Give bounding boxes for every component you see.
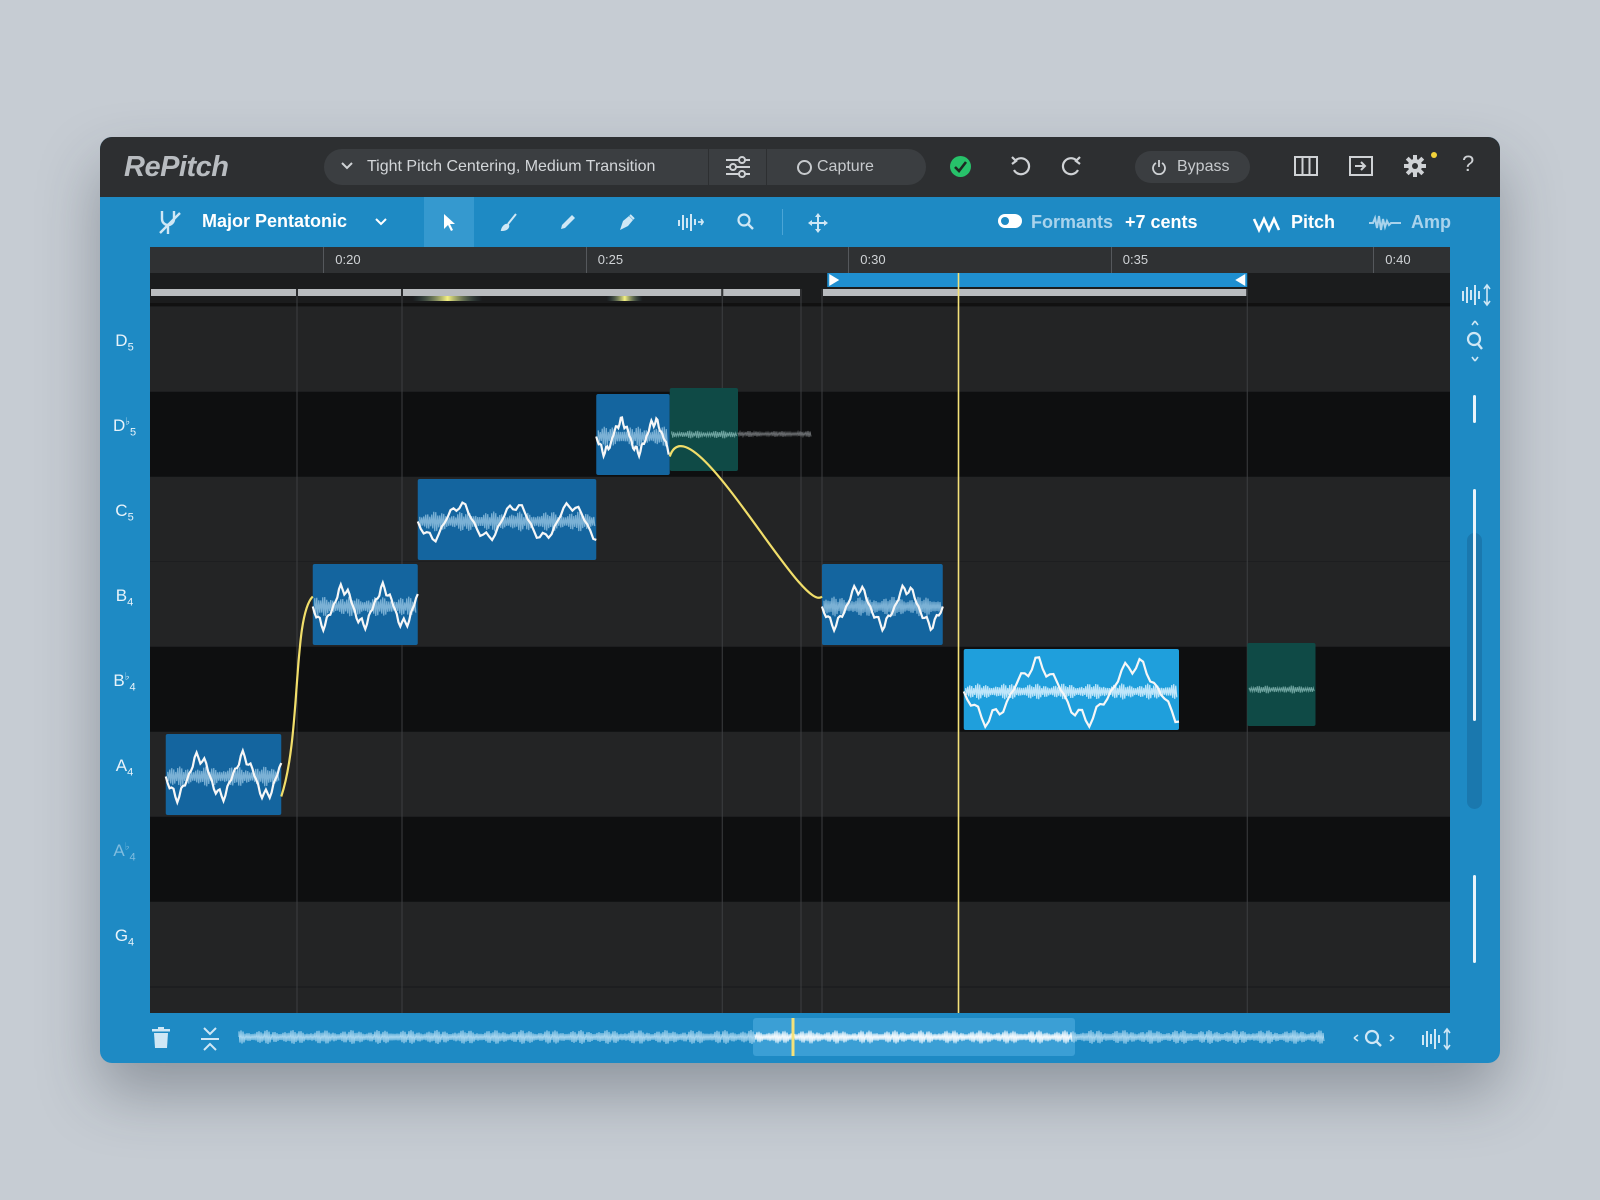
divider xyxy=(708,149,709,185)
vertical-range-indicator xyxy=(1473,875,1476,963)
waveform-height-icon[interactable] xyxy=(1420,1025,1452,1053)
formants-value[interactable]: +7 cents xyxy=(1125,212,1198,233)
note-row[interactable] xyxy=(150,902,1450,987)
hotspot-marker xyxy=(606,296,643,301)
title-bar: RePitch Tight Pitch Centering, Medium Tr… xyxy=(100,137,1500,197)
repitch-window: RePitch Tight Pitch Centering, Medium Tr… xyxy=(100,137,1500,1063)
note-row[interactable] xyxy=(150,477,1450,562)
gear-icon[interactable] xyxy=(1403,154,1427,178)
tick-line xyxy=(1373,247,1375,273)
zoom-icon[interactable] xyxy=(721,197,771,247)
scale-name[interactable]: Major Pentatonic xyxy=(202,211,347,232)
redo-icon[interactable] xyxy=(1058,153,1084,179)
segment-bar[interactable] xyxy=(823,289,1247,296)
overview-waveform[interactable] xyxy=(237,1018,1327,1058)
key-label[interactable]: C5 xyxy=(100,501,149,523)
segment-bar[interactable] xyxy=(403,289,722,296)
key-label[interactable]: B♭4 xyxy=(100,671,149,693)
app-logo: RePitch xyxy=(124,151,229,183)
horizontal-zoom-icon[interactable] xyxy=(1352,1027,1396,1049)
bypass-label: Bypass xyxy=(1177,158,1230,175)
time-tick-label: 0:30 xyxy=(860,252,886,267)
vertical-zoom-strip xyxy=(1450,247,1500,1013)
segment-bar[interactable] xyxy=(723,289,800,296)
pitch-mode-button[interactable]: Pitch xyxy=(1291,212,1335,233)
formants-label: Formants xyxy=(1031,212,1114,232)
select-arrow-icon[interactable] xyxy=(424,197,474,247)
segment-bar[interactable] xyxy=(151,289,296,296)
time-tick-label: 0:25 xyxy=(597,252,624,267)
capture-label: Capture xyxy=(817,158,874,175)
time-tick-label: 0:20 xyxy=(335,252,361,267)
key-label[interactable]: D5 xyxy=(100,331,149,353)
smooth-brush-icon[interactable] xyxy=(484,197,534,247)
amp-waveform-icon[interactable] xyxy=(1368,213,1402,233)
preset-selector[interactable]: Tight Pitch Centering, Medium Transition… xyxy=(324,149,926,185)
record-circle-icon xyxy=(797,160,812,175)
lane-divider xyxy=(150,303,1450,306)
vertical-zoom-icon[interactable] xyxy=(1463,319,1487,363)
note-row[interactable] xyxy=(150,817,1450,902)
overview-bar xyxy=(100,1013,1500,1063)
divider xyxy=(782,209,783,235)
tick-line xyxy=(585,247,587,273)
key-label[interactable]: G4 xyxy=(100,926,149,948)
pencil-icon[interactable] xyxy=(543,197,593,247)
undo-icon[interactable] xyxy=(1008,153,1034,179)
power-icon xyxy=(1152,160,1166,175)
note-row[interactable] xyxy=(150,392,1450,477)
key-label[interactable]: D♭5 xyxy=(100,416,149,438)
waveform-height-icon[interactable] xyxy=(1460,281,1492,309)
key-label[interactable]: A♭4 xyxy=(100,841,149,863)
key-label[interactable]: B4 xyxy=(100,586,149,608)
help-button[interactable]: ? xyxy=(1462,151,1474,177)
pitch-editor[interactable]: 0:20 0:25 0:30 0:35 0:40 xyxy=(150,247,1450,1013)
pitch-wave-icon[interactable] xyxy=(1252,215,1282,233)
time-tick-label: 0:35 xyxy=(1122,252,1149,267)
note-tail[interactable] xyxy=(669,388,738,471)
bypass-button[interactable]: Bypass xyxy=(1135,151,1250,183)
preset-name: Tight Pitch Centering, Medium Transition xyxy=(367,158,656,175)
time-tick-label: 0:40 xyxy=(1385,252,1411,267)
edit-toolbar: Major Pentatonic Formants +7 cents Pitch… xyxy=(100,197,1500,247)
check-icon[interactable] xyxy=(950,156,971,177)
waveform-pitch-icon[interactable] xyxy=(662,197,712,247)
key-label[interactable]: A4 xyxy=(100,756,149,778)
collapse-vertical-icon[interactable] xyxy=(199,1026,221,1052)
level-indicator xyxy=(1473,395,1476,423)
note-row[interactable] xyxy=(150,732,1450,817)
sliders-icon[interactable] xyxy=(722,155,754,179)
segment-bar[interactable] xyxy=(298,289,401,296)
amp-mode-button[interactable]: Amp xyxy=(1411,212,1451,233)
formants-toggle[interactable] xyxy=(998,214,1022,228)
tick-line xyxy=(1110,247,1112,273)
chevron-down-icon[interactable] xyxy=(374,217,388,227)
divider xyxy=(766,149,767,185)
trash-icon[interactable] xyxy=(150,1026,172,1050)
columns-icon[interactable] xyxy=(1293,154,1319,178)
tuning-fork-icon[interactable] xyxy=(156,207,186,237)
note-grid[interactable] xyxy=(150,247,1450,1013)
selection-range[interactable] xyxy=(827,273,1248,287)
move-arrows-icon[interactable] xyxy=(792,197,842,247)
note-tail[interactable] xyxy=(1247,643,1316,726)
timeline-ruler[interactable]: 0:20 0:25 0:30 0:35 0:40 xyxy=(150,247,1450,273)
pen-nib-icon[interactable] xyxy=(602,197,652,247)
chevron-down-icon xyxy=(341,162,353,170)
tick-line xyxy=(848,247,850,273)
notification-dot xyxy=(1431,152,1437,158)
vertical-scrollbar-thumb[interactable] xyxy=(1473,489,1476,721)
note-row[interactable] xyxy=(150,307,1450,392)
export-icon[interactable] xyxy=(1348,154,1374,178)
hotspot-marker xyxy=(412,296,483,301)
tick-line xyxy=(323,247,325,273)
